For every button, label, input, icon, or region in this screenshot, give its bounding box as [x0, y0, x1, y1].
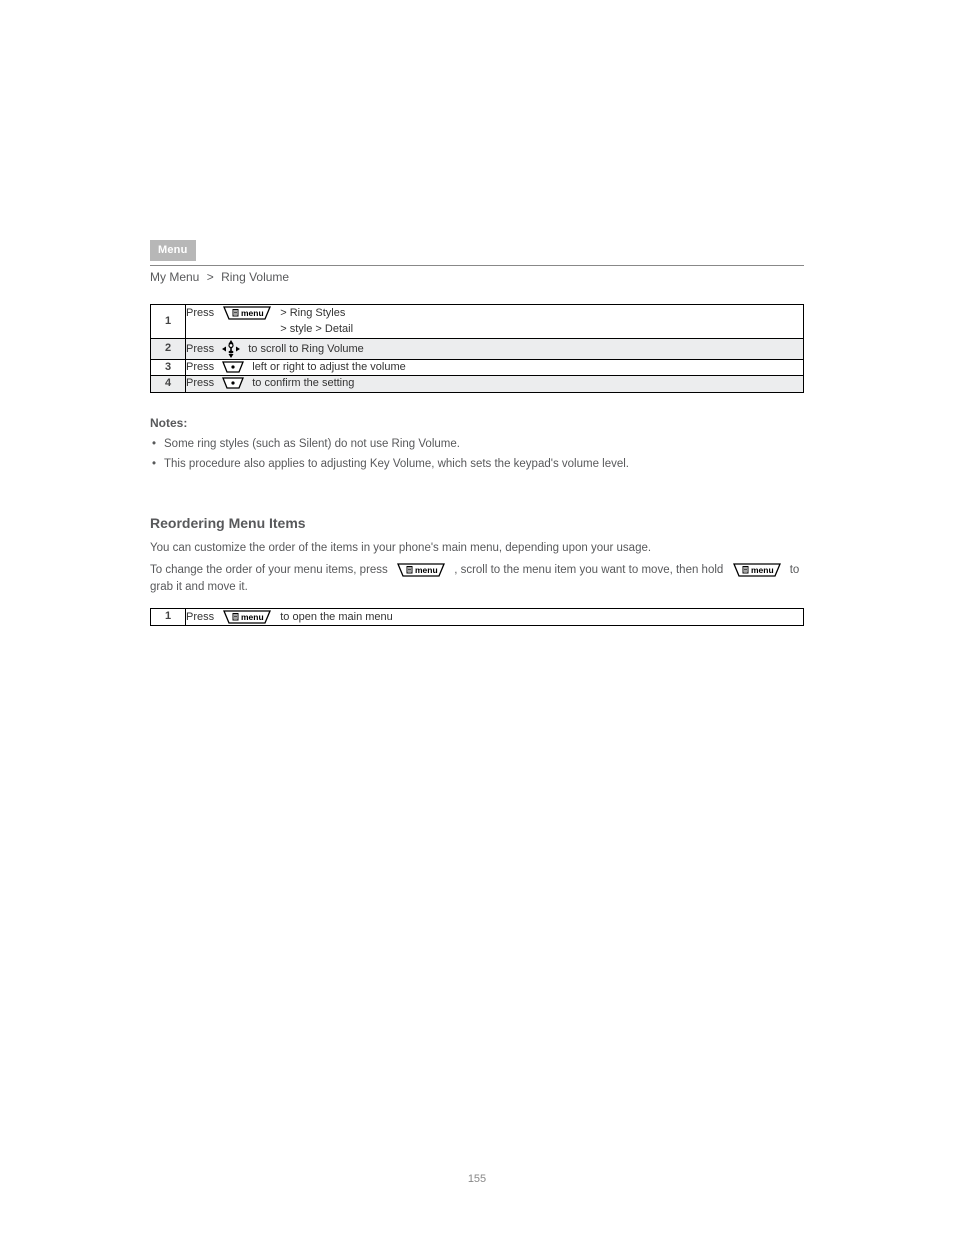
step-text-after: > [280, 307, 289, 319]
step-text-trail: to confirm the setting [252, 377, 354, 389]
svg-text:menu: menu [751, 565, 774, 575]
step-number: 1 [151, 608, 186, 625]
step-text-trail: to scroll to Ring Volume [248, 343, 364, 355]
step-body: Press left or right to adjust the volume [186, 359, 804, 375]
notes-heading: Notes: [150, 415, 804, 432]
text-span: To change the order of your menu items, … [150, 564, 391, 576]
step-body: Press menu to open the main menu [186, 608, 804, 625]
svg-text:menu: menu [415, 565, 438, 575]
step-text-trail: to open the main menu [280, 611, 393, 623]
list-item: This procedure also applies to adjusting… [150, 456, 804, 474]
step-text: Press [186, 343, 217, 355]
page-number: 155 [0, 1172, 954, 1187]
list-item: Some ring styles (such as Silent) do not… [150, 436, 804, 454]
step-body: Press menu > Ring Styles Press [186, 305, 804, 339]
step-text-sub: > style > Detail [280, 323, 353, 335]
section-heading: Reordering Menu Items [150, 514, 804, 534]
steps-table-reorder: 1 Press menu to open the main menu [150, 608, 804, 626]
crumb-1: My Menu [150, 270, 199, 284]
step-text: Press [186, 307, 217, 319]
step-number: 3 [151, 359, 186, 375]
section-tab: Menu [150, 240, 804, 261]
table-row: 2 Press to scroll to Ring Volume [151, 338, 804, 359]
step-number: 4 [151, 376, 186, 392]
paragraph: You can customize the order of the items… [150, 540, 804, 557]
crumb-sep: > [207, 270, 214, 284]
svg-text:menu: menu [241, 308, 264, 318]
svg-text:menu: menu [241, 612, 264, 622]
center-key-icon [220, 360, 246, 374]
step-body: Press to scroll to Ring Volume [186, 338, 804, 359]
step-text-trail: Ring Styles [290, 307, 346, 319]
step-text: Press [186, 377, 217, 389]
notes-list: Some ring styles (such as Silent) do not… [150, 436, 804, 475]
step-number: 1 [151, 305, 186, 339]
table-row: 1 Press menu > Ring Styles Press [151, 305, 804, 339]
paragraph: To change the order of your menu items, … [150, 562, 804, 595]
text-span: , scroll to the menu item you want to mo… [454, 564, 726, 576]
table-row: 3 Press left or right to adjust the volu… [151, 359, 804, 375]
tab-label: Menu [150, 240, 196, 261]
step-number: 2 [151, 338, 186, 359]
step-text: Press [186, 361, 217, 373]
crumb-2: Ring Volume [221, 270, 289, 284]
step-body: Press to confirm the setting [186, 376, 804, 392]
menu-key-icon: menu [220, 609, 274, 625]
menu-key-icon: menu [394, 562, 448, 578]
joystick-icon [220, 339, 242, 359]
menu-key-icon: menu [730, 562, 784, 578]
center-key-icon [220, 376, 246, 390]
menu-key-icon: menu [220, 305, 274, 321]
steps-table-ring-volume: 1 Press menu > Ring Styles Press [150, 304, 804, 393]
step-text: Press [186, 611, 217, 623]
breadcrumb: My Menu > Ring Volume [150, 265, 804, 286]
table-row: 1 Press menu to open the main menu [151, 608, 804, 625]
step-text-trail: left or right to adjust the volume [252, 361, 405, 373]
table-row: 4 Press to confirm the setting [151, 376, 804, 392]
